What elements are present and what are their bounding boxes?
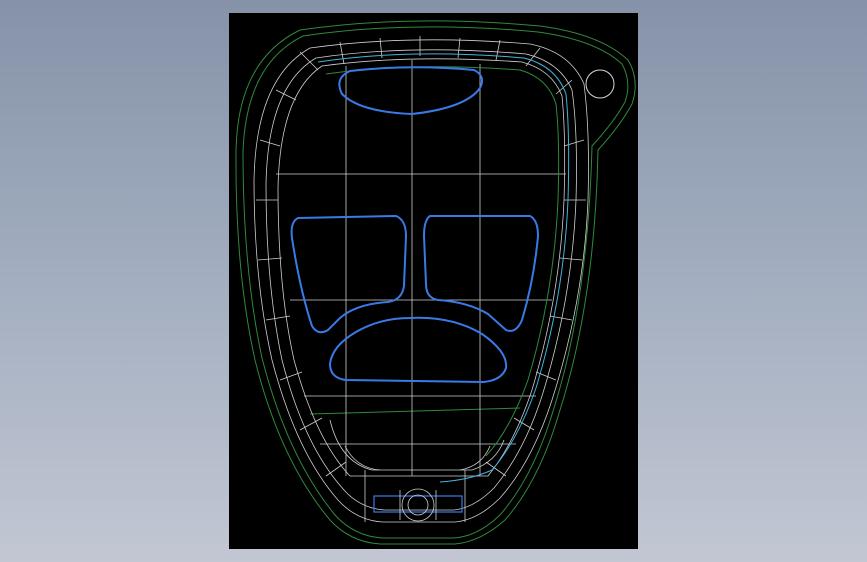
outer-outline xyxy=(235,20,636,545)
key-fob-drawing xyxy=(235,20,636,545)
right-button[interactable] xyxy=(422,215,540,332)
buttons xyxy=(290,66,540,384)
cad-viewport[interactable] xyxy=(229,13,638,549)
bottom-connector xyxy=(373,488,463,522)
keyring-hole xyxy=(585,69,615,99)
inner-pocket xyxy=(325,66,560,457)
left-button[interactable] xyxy=(290,214,408,334)
inner-edge xyxy=(317,53,570,483)
top-button[interactable] xyxy=(338,66,483,116)
shell-mesh xyxy=(253,36,589,523)
